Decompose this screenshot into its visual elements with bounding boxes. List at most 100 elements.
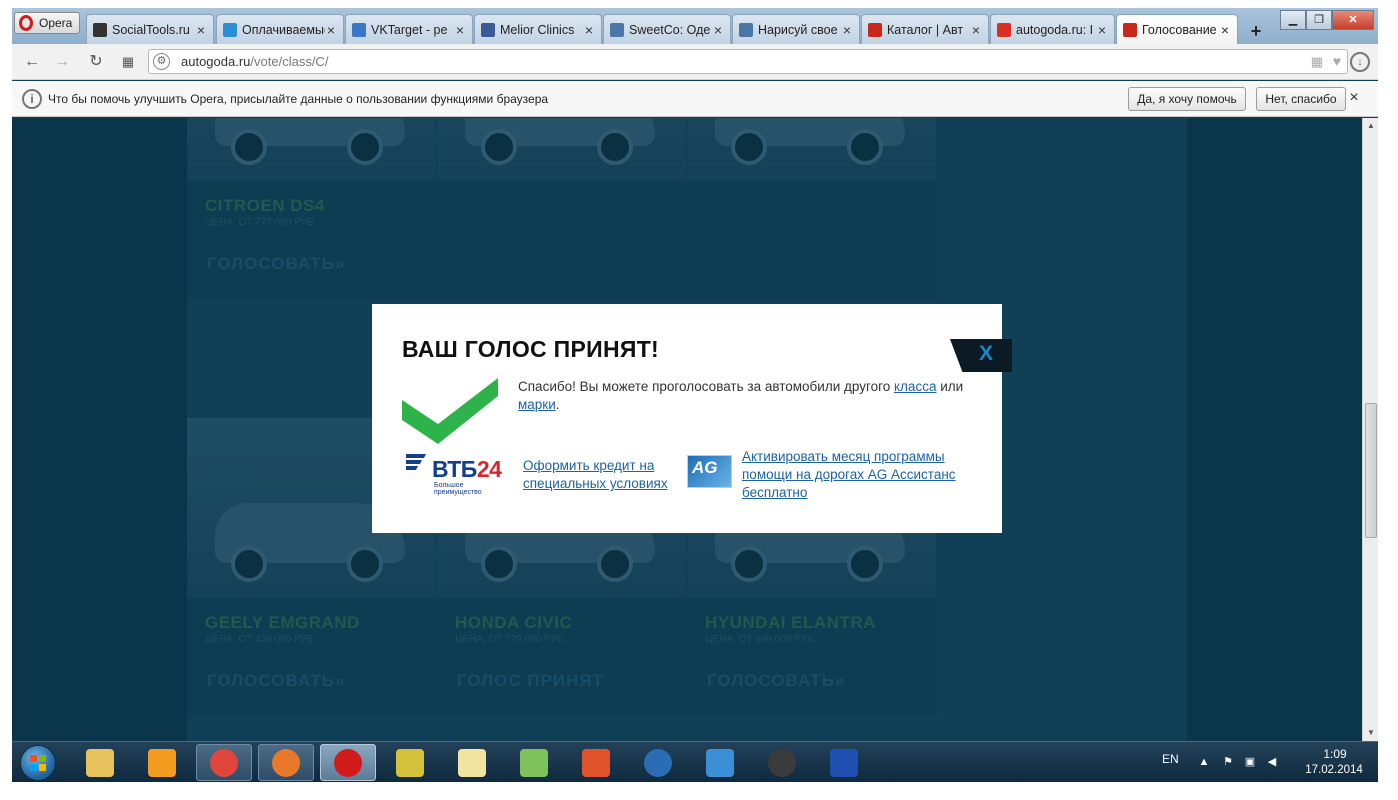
tab-title: SweetCo: Оде: [629, 22, 711, 37]
tab-9[interactable]: Голосование ×: [1116, 14, 1238, 45]
tab-close-icon[interactable]: ×: [195, 22, 207, 38]
close-icon: X: [979, 342, 994, 365]
tab-close-icon[interactable]: ×: [1096, 22, 1108, 38]
tab-7[interactable]: Каталог | Авт ×: [861, 14, 989, 44]
site-info-icon[interactable]: ⚙: [153, 53, 170, 70]
address-field[interactable]: ⚙ autogoda.ru/vote/class/C/ ▦ ♥: [148, 49, 1348, 74]
new-tab-button[interactable]: +: [1244, 20, 1268, 42]
forward-icon[interactable]: →: [52, 52, 72, 72]
road-assistance-link[interactable]: Активировать месяц программы помощи на д…: [742, 448, 982, 502]
minimize-button[interactable]: ▁: [1280, 10, 1306, 30]
message-text-before: Спасибо! Вы можете проголосовать за авто…: [518, 379, 894, 394]
help-no-button[interactable]: Нет, спасибо: [1256, 87, 1346, 111]
tab-close-icon[interactable]: ×: [454, 22, 466, 38]
save-disk-icon: [830, 748, 858, 777]
clock-time[interactable]: 1:09: [1304, 747, 1366, 761]
other-brand-link[interactable]: марки: [518, 397, 556, 412]
vtb24-logo[interactable]: ВТБ24 Большое преимущество: [404, 452, 512, 496]
taskbar-item[interactable]: [196, 744, 252, 781]
tab-close-icon[interactable]: ×: [325, 22, 337, 38]
tab-2[interactable]: Оплачиваемые ×: [216, 14, 344, 44]
tab-3[interactable]: VKTarget - ре ×: [345, 14, 473, 44]
taskbar-item[interactable]: [444, 744, 500, 781]
firefox-icon: [272, 748, 300, 777]
taskbar-item[interactable]: [692, 744, 748, 781]
back-icon[interactable]: ←: [22, 52, 42, 72]
tab-title: Оплачиваемые: [242, 22, 325, 37]
show-hidden-icons-icon[interactable]: ▲: [1198, 756, 1210, 768]
opera-icon: [334, 748, 362, 777]
speed-dial-icon[interactable]: ▦: [118, 52, 138, 72]
taskbar-item[interactable]: [754, 744, 810, 781]
tab-close-icon[interactable]: ×: [583, 22, 595, 38]
downloads-icon[interactable]: ↓: [1350, 52, 1370, 72]
vtb-brand-name: ВТБ: [432, 456, 477, 482]
media-player-icon: [148, 748, 176, 777]
taskbar-item[interactable]: [258, 744, 314, 781]
explorer-icon: [86, 748, 114, 777]
url-path: /vote/class/C/: [250, 54, 329, 69]
scroll-down-arrow-icon[interactable]: ▼: [1366, 728, 1376, 738]
reload-icon[interactable]: ↻: [86, 52, 106, 72]
message-text-middle: или: [936, 379, 964, 394]
autogoda-icon: [1123, 23, 1137, 37]
tab-1[interactable]: SocialTools.ru ×: [86, 14, 214, 44]
vtb-brand-number: 24: [476, 456, 502, 482]
language-indicator[interactable]: EN: [1162, 752, 1179, 766]
scroll-up-arrow-icon[interactable]: ▲: [1366, 121, 1376, 131]
url-host: autogoda.ru: [181, 54, 251, 69]
tab-title: VKTarget - ре: [371, 22, 448, 37]
start-button[interactable]: [20, 745, 56, 781]
scrollbar-thumb[interactable]: [1365, 403, 1377, 538]
url-text[interactable]: autogoda.ru/vote/class/C/: [181, 54, 328, 69]
opera-menu-label: Opera: [39, 16, 73, 30]
clock-date[interactable]: 17.02.2014: [1298, 764, 1370, 776]
vk-icon: [739, 22, 753, 37]
action-center-flag-icon[interactable]: ⚑: [1222, 756, 1234, 768]
tab-title: Нарисуй свое: [758, 22, 838, 37]
taskbar-item[interactable]: [134, 744, 190, 781]
taskbar-item[interactable]: [382, 744, 438, 781]
windows-logo-icon: [30, 755, 46, 771]
tab-title: SocialTools.ru: [112, 22, 190, 37]
close-window-button[interactable]: ✕: [1332, 10, 1374, 30]
tab-5[interactable]: SweetCo: Оде ×: [603, 14, 731, 44]
tab-close-icon[interactable]: ×: [712, 22, 724, 38]
dialog-close-button[interactable]: X: [950, 339, 1012, 372]
taskbar: EN ▲ ⚑ ▣ ◀ 1:09 17.02.2014: [12, 741, 1378, 782]
tab-4[interactable]: Melior Clinics ×: [474, 14, 602, 44]
tab-bar: Opera SocialTools.ru × Оплачиваемые × VKTarg…: [12, 8, 1378, 45]
opera-menu-button[interactable]: Opera: [14, 12, 80, 34]
tab-6[interactable]: Нарисуй свое ×: [732, 14, 860, 44]
tab-close-icon[interactable]: ×: [1219, 22, 1231, 38]
taskbar-item[interactable]: [320, 744, 376, 781]
taskbar-item[interactable]: [630, 744, 686, 781]
tab-title: Каталог | Авт: [887, 22, 964, 37]
tab-8[interactable]: autogoda.ru: I ×: [990, 14, 1115, 44]
info-bar-close-icon[interactable]: ×: [1346, 89, 1362, 107]
vertical-scrollbar[interactable]: ▲ ▼: [1362, 118, 1378, 741]
socialtools-icon: [93, 22, 107, 37]
ag-assistance-logo[interactable]: AG: [687, 455, 732, 488]
network-icon[interactable]: ▣: [1244, 756, 1256, 768]
heart-icon[interactable]: ♥: [1333, 53, 1341, 69]
volume-icon[interactable]: ◀: [1266, 756, 1278, 768]
other-class-link[interactable]: класса: [894, 379, 936, 394]
tab-close-icon[interactable]: ×: [841, 22, 853, 38]
taskbar-item[interactable]: [816, 744, 872, 781]
steam-icon: [768, 748, 796, 777]
taskbar-item[interactable]: [72, 744, 128, 781]
taskbar-item[interactable]: [568, 744, 624, 781]
vktarget-icon: [352, 22, 366, 37]
maximize-button[interactable]: ❐: [1306, 10, 1332, 30]
power-app-icon: [582, 748, 610, 777]
vtb-brand-text: ВТБ24: [432, 456, 502, 483]
stash-icon[interactable]: ▦: [1311, 54, 1323, 70]
help-yes-button[interactable]: Да, я хочу помочь: [1128, 87, 1246, 111]
taskbar-item[interactable]: [506, 744, 562, 781]
tab-close-icon[interactable]: ×: [970, 22, 982, 38]
dialog-message: Спасибо! Вы можете проголосовать за авто…: [518, 378, 978, 414]
system-tray: EN ▲ ⚑ ▣ ◀ 1:09 17.02.2014: [1162, 742, 1378, 782]
paint-icon: [458, 748, 486, 777]
credit-offer-link[interactable]: Оформить кредит на специальных условиях: [523, 457, 683, 493]
